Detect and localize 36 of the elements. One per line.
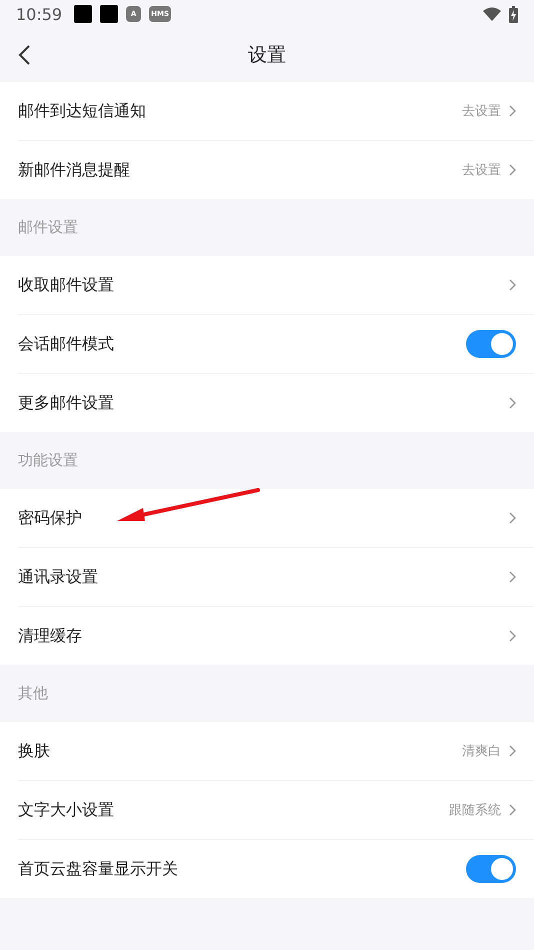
chevron-icon — [509, 630, 516, 642]
chevron-icon — [509, 571, 516, 583]
section-title: 其他 — [17, 683, 49, 704]
setting-value: 去设置 — [462, 162, 501, 179]
section-title: 功能设置 — [17, 450, 79, 471]
chevron-icon — [509, 745, 516, 757]
chevron-icon — [509, 397, 516, 409]
back-icon[interactable] — [18, 45, 30, 65]
chevron-icon — [509, 804, 516, 816]
toggle-switch[interactable] — [466, 855, 516, 883]
chevron-icon — [509, 512, 516, 524]
setting-value: 清爽白 — [462, 743, 501, 760]
page-title: 设置 — [248, 43, 286, 68]
setting-label[interactable]: 文字大小设置 — [18, 800, 449, 820]
setting-label[interactable]: 邮件到达短信通知 — [18, 100, 462, 122]
setting-label[interactable]: 清理缓存 — [18, 626, 509, 646]
chevron-icon — [509, 164, 516, 176]
setting-value: 跟随系统 — [449, 802, 501, 819]
section-title: 邮件设置 — [17, 217, 79, 238]
setting-label[interactable]: 换肤 — [18, 740, 462, 762]
notification-icon — [74, 5, 92, 23]
setting-value: 去设置 — [462, 103, 501, 120]
wifi-icon — [483, 7, 501, 21]
setting-label[interactable]: 收取邮件设置 — [18, 274, 509, 296]
battery-icon — [509, 6, 518, 22]
chevron-icon — [509, 279, 516, 291]
setting-label[interactable]: 更多邮件设置 — [18, 392, 509, 414]
setting-label: 首页云盘容量显示开关 — [18, 858, 179, 880]
setting-label[interactable]: 通讯录设置 — [18, 566, 509, 588]
notification-icon — [100, 5, 118, 23]
setting-label[interactable]: 密码保护 — [18, 508, 509, 528]
chevron-icon — [509, 105, 516, 117]
setting-label: 会话邮件模式 — [18, 334, 115, 354]
status-time: 10:59 — [16, 4, 62, 24]
toggle-switch[interactable] — [466, 330, 516, 358]
setting-label[interactable]: 新邮件消息提醒 — [18, 160, 462, 180]
